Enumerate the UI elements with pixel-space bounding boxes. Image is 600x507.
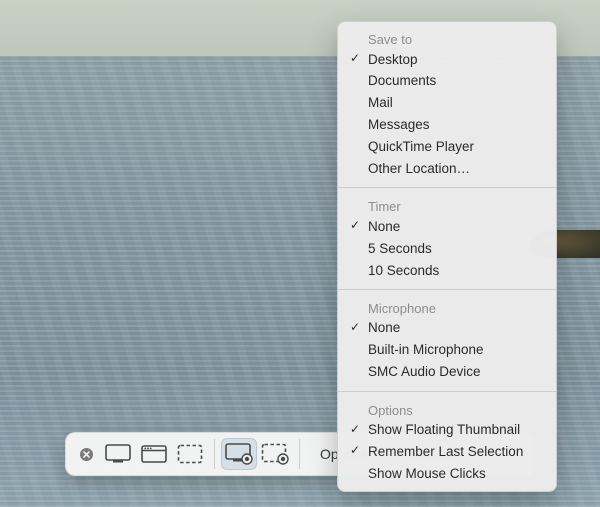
mic-smc[interactable]: SMC Audio Device [338,362,556,384]
save-to-documents[interactable]: Documents [338,71,556,93]
mic-builtin[interactable]: Built-in Microphone [338,340,556,362]
opt-floating-thumbnail[interactable]: Show Floating Thumbnail [338,420,556,442]
save-to-quicktime[interactable]: QuickTime Player [338,137,556,159]
menu-item-label: 10 Seconds [368,263,439,278]
menu-separator [338,187,556,188]
save-to-mail[interactable]: Mail [338,93,556,115]
menu-item-label: Messages [368,117,430,132]
save-to-heading: Save to [338,28,556,49]
save-to-messages[interactable]: Messages [338,115,556,137]
selection-icon [177,444,203,464]
screen-icon [105,444,131,464]
screen-record-icon [225,443,253,465]
capture-window-button[interactable] [136,438,172,470]
menu-item-label: Remember Last Selection [368,444,523,459]
toolbar-separator [214,439,215,469]
window-icon [141,444,167,464]
close-button[interactable] [72,438,100,470]
menu-item-label: Mail [368,95,393,110]
mic-none[interactable]: None [338,318,556,340]
menu-item-label: Desktop [368,52,418,67]
timer-10s[interactable]: 10 Seconds [338,260,556,282]
record-entire-screen-button[interactable] [221,438,257,470]
menu-item-label: Other Location… [368,161,470,176]
selection-record-icon [261,443,289,465]
microphone-heading: Microphone [338,297,556,318]
capture-entire-screen-button[interactable] [100,438,136,470]
menu-item-label: None [368,219,400,234]
capture-selection-button[interactable] [172,438,208,470]
menu-item-label: Show Floating Thumbnail [368,422,520,437]
menu-item-label: Documents [368,73,436,88]
save-to-other[interactable]: Other Location… [338,158,556,180]
menu-item-label: QuickTime Player [368,139,474,154]
opt-mouse-clicks[interactable]: Show Mouse Clicks [338,463,556,485]
options-menu: Save to Desktop Documents Mail Messages … [337,21,557,492]
menu-separator [338,391,556,392]
close-icon [79,447,94,462]
toolbar-separator [299,439,300,469]
timer-heading: Timer [338,195,556,216]
menu-item-label: Show Mouse Clicks [368,466,486,481]
options-heading: Options [338,399,556,420]
opt-remember-selection[interactable]: Remember Last Selection [338,441,556,463]
timer-5s[interactable]: 5 Seconds [338,238,556,260]
menu-separator [338,289,556,290]
record-selection-button[interactable] [257,438,293,470]
menu-item-label: Built-in Microphone [368,342,484,357]
save-to-desktop[interactable]: Desktop [338,49,556,71]
menu-item-label: 5 Seconds [368,241,432,256]
timer-none[interactable]: None [338,216,556,238]
menu-item-label: SMC Audio Device [368,364,481,379]
menu-item-label: None [368,320,400,335]
